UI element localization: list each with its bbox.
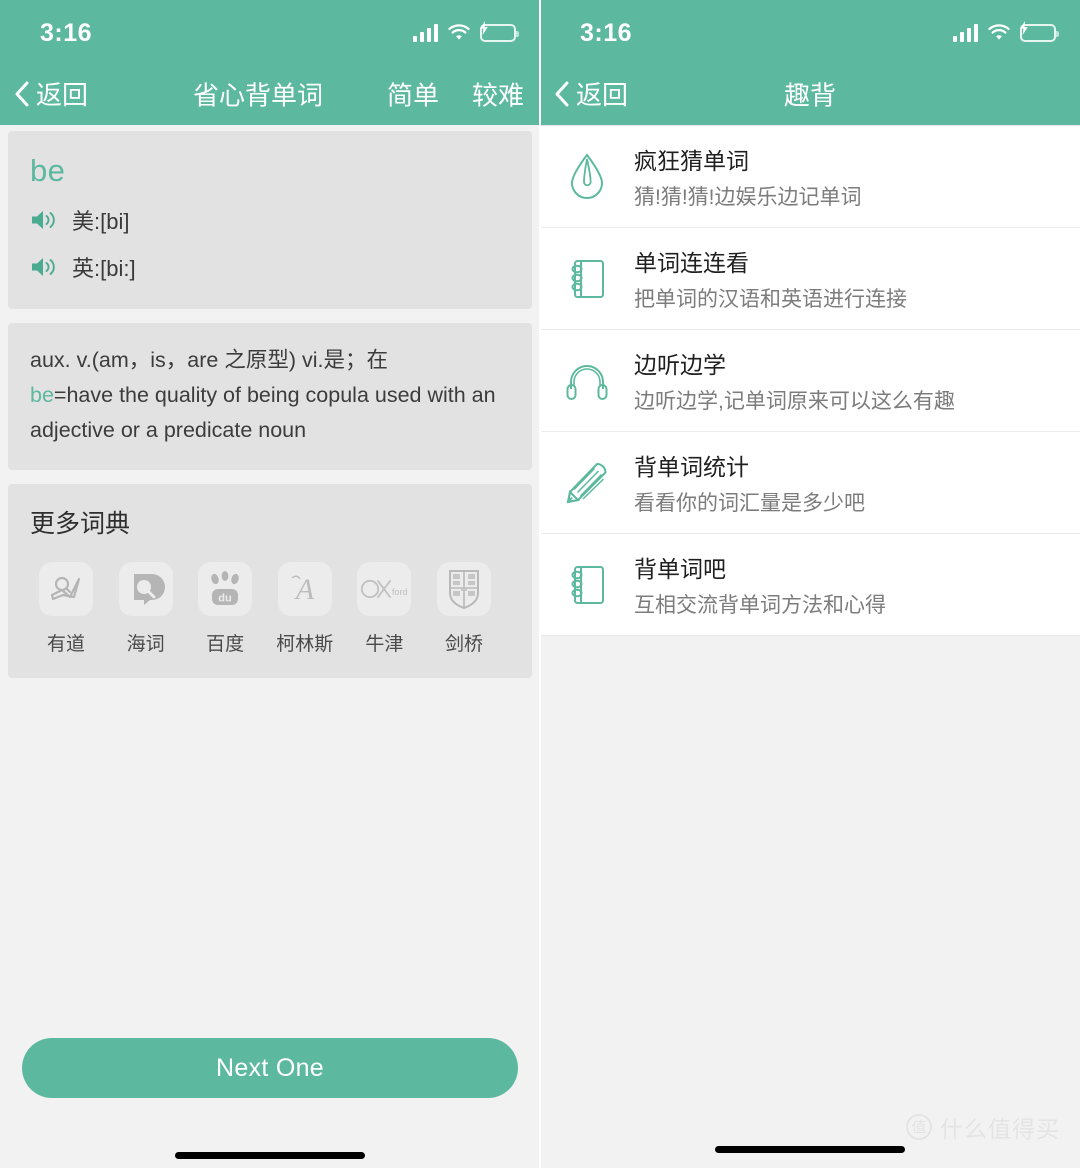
watermark-text: 什么值得买	[940, 1116, 1060, 1142]
list-item-text: 疯狂猜单词 猜!猜!猜!边娱乐边记单词	[634, 142, 862, 211]
dual-screenshot-container: 3:16 返回 省心背单词 简单 较难 be 美:[bi] 英:[bi:] au…	[0, 0, 1080, 1168]
svg-text:du: du	[218, 593, 231, 605]
list-item-forum[interactable]: 背单词吧 互相交流背单词方法和心得	[540, 534, 1080, 636]
speaker-icon	[32, 211, 55, 229]
nav-bar-left: 返回 省心背单词 简单 较难	[0, 62, 540, 125]
dictionary-item-dictcn[interactable]: 海词	[110, 562, 182, 656]
list-item-statistics[interactable]: 背单词统计 看看你的词汇量是多少吧	[540, 432, 1080, 534]
list-item-text: 单词连连看 把单词的汉语和英语进行连接	[634, 244, 907, 313]
difficulty-easy-button[interactable]: 简单	[387, 75, 439, 112]
status-time: 3:16	[580, 18, 633, 47]
wifi-icon	[987, 24, 1011, 42]
status-bar-left: 3:16	[0, 0, 540, 62]
baidu-dictionary-icon: du	[198, 562, 253, 616]
definition-line-1: aux. v.(am，is，are 之原型) vi.是；在	[30, 348, 388, 372]
list-item-subtitle: 互相交流背单词方法和心得	[634, 594, 886, 617]
dictionary-item-youdao[interactable]: 有道	[30, 562, 102, 656]
pronunciation-row-uk[interactable]: 英:[bi:]	[30, 251, 136, 283]
back-button-left[interactable]: 返回	[0, 75, 88, 112]
dictionary-item-baidu[interactable]: du 百度	[189, 562, 261, 656]
list-item-listen-learn[interactable]: 边听边学 边听边学,记单词原来可以这么有趣	[540, 330, 1080, 432]
status-indicators	[412, 20, 519, 42]
left-screen-word-detail: 3:16 返回 省心背单词 简单 较难 be 美:[bi] 英:[bi:] au…	[0, 0, 540, 1168]
dictionary-item-cambridge[interactable]: 剑桥	[428, 562, 500, 656]
nav-bar-right: 返回 趣背	[540, 62, 1080, 125]
list-item-guess-word[interactable]: 疯狂猜单词 猜!猜!猜!边娱乐边记单词	[540, 126, 1080, 228]
battery-charging-icon	[1019, 20, 1059, 42]
water-drop-icon	[562, 150, 612, 204]
definition-text: aux. v.(am，is，are 之原型) vi.是；在 be=have the…	[30, 343, 510, 448]
definition-line-2: =have the quality of being copula used w…	[30, 383, 496, 442]
right-screen-fun-memorize: 3:16 返回 趣背 疯狂猜单词 猜!猜!猜!边娱乐边记单词 单词连连看 把单词…	[540, 0, 1080, 1168]
status-bar-right: 3:16	[540, 0, 1080, 62]
cellular-signal-icon	[412, 24, 438, 42]
svg-text:ford: ford	[392, 587, 408, 597]
cellular-signal-icon	[952, 24, 978, 42]
pronunciation-uk-label: 英:[bi:]	[72, 256, 136, 281]
dictionary-grid: 有道 海词 du 百度 A 柯林斯 ford 牛津 剑桥	[30, 562, 512, 656]
dictionary-label-cambridge: 剑桥	[444, 634, 483, 655]
notebook-icon	[562, 252, 612, 306]
battery-charging-icon	[479, 20, 519, 42]
fun-mode-list: 疯狂猜单词 猜!猜!猜!边娱乐边记单词 单词连连看 把单词的汉语和英语进行连接 …	[540, 125, 1080, 636]
youdao-dictionary-icon	[39, 562, 93, 616]
list-item-text: 背单词统计 看看你的词汇量是多少吧	[634, 448, 865, 517]
watermark-badge: 值	[906, 1114, 932, 1140]
pencil-icon	[562, 456, 612, 510]
screen-divider	[539, 0, 541, 1168]
cambridge-dictionary-icon	[436, 562, 491, 616]
next-one-button[interactable]: Next One	[22, 1038, 518, 1098]
dictionary-label-baidu: 百度	[206, 634, 245, 655]
wifi-icon	[447, 24, 471, 42]
status-time: 3:16	[40, 18, 93, 47]
dictionary-label-dictcn: 海词	[126, 634, 165, 655]
left-content: be 美:[bi] 英:[bi:] aux. v.(am，is，are 之原型)…	[0, 131, 540, 1168]
collins-dictionary-icon: A	[277, 562, 332, 616]
home-indicator-right[interactable]	[715, 1146, 905, 1153]
list-item-title: 疯狂猜单词	[634, 148, 749, 174]
right-content: 疯狂猜单词 猜!猜!猜!边娱乐边记单词 单词连连看 把单词的汉语和英语进行连接 …	[540, 125, 1080, 1168]
dictionary-label-collins: 柯林斯	[276, 634, 334, 655]
dictionary-label-youdao: 有道	[46, 634, 85, 655]
pronunciation-us-label: 美:[bi]	[72, 209, 130, 234]
list-item-title: 背单词统计	[634, 454, 749, 480]
dictionary-item-oxford[interactable]: ford 牛津	[348, 562, 420, 656]
definition-card: aux. v.(am，is，are 之原型) vi.是；在 be=have the…	[8, 323, 532, 470]
page-title-left: 省心背单词	[193, 80, 324, 110]
word-card: be 美:[bi] 英:[bi:]	[8, 131, 532, 309]
speaker-icon	[32, 258, 55, 276]
list-item-title: 背单词吧	[634, 556, 726, 582]
dictionary-item-collins[interactable]: A 柯林斯	[269, 562, 341, 656]
dictionary-label-oxford: 牛津	[365, 634, 404, 655]
list-item-subtitle: 看看你的词汇量是多少吧	[634, 492, 865, 515]
definition-highlight-word: be	[30, 383, 54, 407]
oxford-dictionary-icon: ford	[357, 562, 412, 616]
home-indicator-left[interactable]	[175, 1152, 365, 1159]
status-indicators	[952, 20, 1059, 42]
difficulty-hard-button[interactable]: 较难	[472, 75, 524, 112]
list-item-text: 边听边学 边听边学,记单词原来可以这么有趣	[634, 346, 955, 415]
headphones-icon	[562, 354, 612, 408]
back-button-label: 返回	[36, 80, 89, 110]
list-item-word-match[interactable]: 单词连连看 把单词的汉语和英语进行连接	[540, 228, 1080, 330]
list-item-text: 背单词吧 互相交流背单词方法和心得	[634, 550, 886, 619]
page-title-right: 趣背	[783, 80, 836, 110]
list-item-title: 单词连连看	[634, 250, 749, 276]
site-watermark: 值 什么值得买	[906, 1110, 1060, 1144]
more-dictionaries-card: 更多词典 有道 海词 du 百度 A 柯林斯 ford 牛津 剑桥	[8, 484, 532, 678]
list-item-title: 边听边学	[634, 352, 726, 378]
list-item-subtitle: 边听边学,记单词原来可以这么有趣	[634, 390, 955, 413]
more-dictionaries-title: 更多词典	[30, 510, 131, 538]
pronunciation-row-us[interactable]: 美:[bi]	[30, 204, 129, 236]
notebook-icon	[562, 558, 612, 612]
svg-text:A: A	[294, 573, 315, 606]
list-item-subtitle: 把单词的汉语和英语进行连接	[634, 288, 907, 311]
word-headword: be	[30, 153, 66, 188]
list-item-subtitle: 猜!猜!猜!边娱乐边记单词	[634, 186, 862, 209]
dict-cn-dictionary-icon	[118, 562, 173, 616]
chevron-left-icon	[15, 81, 29, 106]
nav-actions-left: 简单 较难	[387, 75, 524, 112]
